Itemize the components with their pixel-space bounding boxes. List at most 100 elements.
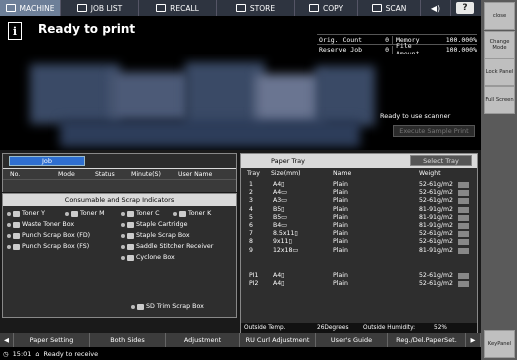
top-tab-bar: MACHINE JOB LIST RECALL STORE COPY SCAN …: [0, 0, 481, 16]
receive-icon: ⌂: [35, 349, 40, 358]
tab-job-list-label: JOB LIST: [90, 3, 123, 13]
cyclone-icon: [127, 254, 134, 261]
paper-level-icon: [458, 182, 469, 188]
orig-count-value: 0: [367, 35, 393, 44]
col-minute: Minute(S): [131, 170, 161, 178]
paper-setting-button[interactable]: Paper Setting: [14, 333, 90, 347]
adjustment-button[interactable]: Adjustment: [166, 333, 240, 347]
tray-row[interactable]: 9 12x18▭ Plain 81-91g/m2: [241, 247, 477, 255]
consumables-title: Consumable and Scrap Indicators: [3, 194, 236, 206]
execute-sample-print-button[interactable]: Execute Sample Print: [393, 125, 475, 137]
reserve-job-label: Reserve Job: [319, 45, 363, 54]
tray-row[interactable]: 8 9x11▯ Plain 52-61g/m2: [241, 238, 477, 246]
tab-store[interactable]: STORE: [217, 0, 295, 16]
toner-icon: [13, 210, 20, 217]
tray-weight: 52-61g/m2: [419, 271, 453, 279]
select-tray-button[interactable]: Select Tray: [410, 155, 472, 166]
paper-tray-title: Paper Tray: [271, 157, 305, 165]
punch-icon: [13, 243, 20, 250]
tray-paper-name: Plain: [333, 205, 348, 213]
change-mode-button[interactable]: Change Mode: [484, 31, 515, 59]
sd-trim-scrap-indicator: SD Trim Scrap Box: [131, 303, 204, 310]
tray-weight: 81-91g/m2: [419, 205, 453, 213]
environment-footer: Outside Temp. 26Degrees Outside Humidity…: [241, 323, 477, 333]
tab-copy[interactable]: COPY: [295, 0, 358, 16]
help-button[interactable]: ?: [456, 2, 474, 14]
chevron-left-icon: ◀: [4, 336, 9, 344]
col-status: Status: [95, 170, 115, 178]
volume-button[interactable]: ◀): [421, 0, 451, 16]
both-sides-button[interactable]: Both Sides: [90, 333, 166, 347]
paper-level-icon: [458, 281, 469, 287]
tray-weight: 52-61g/m2: [419, 197, 453, 205]
tray-number: 4: [249, 205, 253, 213]
lock-panel-button[interactable]: Lock Panel: [484, 58, 515, 86]
paper-level-icon: [458, 198, 469, 205]
joblist-icon: [76, 4, 87, 12]
speaker-icon: ◀): [430, 3, 441, 13]
tab-copy-label: COPY: [322, 3, 344, 13]
clock-icon: ◷: [3, 349, 9, 358]
paper-level-icon: [458, 206, 469, 213]
reg-del-paperset-button[interactable]: Reg./Del.PaperSet.: [388, 333, 466, 347]
tray-row[interactable]: 7 8.5x11▯ Plain 52-61g/m2: [241, 230, 477, 238]
punch-icon: [13, 232, 20, 239]
toner-c-indicator: Toner C: [121, 210, 159, 217]
tray-number: PI1: [249, 271, 259, 279]
job-tab[interactable]: Job: [9, 156, 85, 166]
col-name: Name: [333, 170, 352, 177]
status-bar: ◷ 15:01 ⌂ Ready to receive: [0, 347, 481, 360]
tab-scan[interactable]: SCAN: [358, 0, 421, 16]
tab-recall[interactable]: RECALL: [139, 0, 217, 16]
toner-m-indicator: Toner M: [65, 210, 105, 217]
tray-paper-name: Plain: [333, 271, 348, 279]
tray-number: 6: [249, 222, 253, 229]
tray-paper-name: Plain: [333, 189, 348, 197]
full-screen-button[interactable]: Full Screen: [484, 86, 515, 114]
toner-icon: [127, 210, 134, 217]
tray-row[interactable]: 5 B5▭ Plain 81-91g/m2: [241, 214, 477, 222]
tray-number: 5: [249, 213, 253, 221]
job-panel: Job No. Mode Status Minute(S) User Name: [2, 153, 237, 192]
col-user-name: User Name: [178, 170, 213, 178]
saddle-icon: [127, 243, 134, 250]
key-panel-button[interactable]: KeyPanel: [484, 330, 515, 358]
tray-row[interactable]: PI1 A4▯ Plain 52-61g/m2: [241, 272, 477, 280]
tab-store-label: STORE: [249, 3, 276, 13]
scroll-right-button[interactable]: ▶: [466, 333, 481, 347]
outside-humidity-value: 52%: [434, 325, 447, 331]
consumables-panel: Consumable and Scrap Indicators Toner Y …: [2, 193, 237, 318]
tab-machine[interactable]: MACHINE: [0, 0, 61, 16]
tray-row[interactable]: 4 B5▯ Plain 81-91g/m2: [241, 206, 477, 214]
tray-row[interactable]: PI2 A4▯ Plain 52-61g/m2: [241, 280, 477, 288]
tray-weight: 81-91g/m2: [419, 246, 453, 254]
tab-job-list[interactable]: JOB LIST: [61, 0, 139, 16]
tray-paper-name: Plain: [333, 230, 348, 238]
tray-size: B5▯: [273, 205, 285, 213]
job-table-header: No. Mode Status Minute(S) User Name: [3, 169, 236, 179]
paper-level-icon: [458, 247, 469, 254]
right-sidebar: close Change Mode Lock Panel Full Screen…: [481, 0, 517, 360]
ru-curl-adjustment-button[interactable]: RU Curl Adjustment: [240, 333, 316, 347]
scroll-left-button[interactable]: ◀: [0, 333, 14, 347]
paper-tray-titlebar: Paper Tray Select Tray: [241, 154, 477, 168]
tray-row[interactable]: 3 A3▭ Plain 52-61g/m2: [241, 197, 477, 205]
tray-paper-name: Plain: [333, 222, 348, 229]
tab-scan-label: SCAN: [385, 3, 407, 13]
users-guide-button[interactable]: User's Guide: [316, 333, 388, 347]
status-bar-message: Ready to receive: [43, 349, 99, 358]
close-button[interactable]: close: [484, 2, 515, 30]
tray-row[interactable]: 2 A4▭ Plain 52-61g/m2: [241, 189, 477, 197]
memory-value: 100.000%: [445, 35, 477, 44]
store-icon: [235, 4, 246, 12]
tray-paper-name: Plain: [333, 213, 348, 221]
tray-paper-name: Plain: [333, 181, 348, 188]
staple-icon: [127, 232, 134, 239]
tray-row[interactable]: 1 A4▯ Plain 52-61g/m2: [241, 181, 477, 189]
tray-row[interactable]: 6 B4▭ Plain 81-91g/m2: [241, 222, 477, 230]
info-icon: i: [8, 22, 22, 40]
waste-toner-indicator: Waste Toner Box: [7, 221, 74, 228]
punch-scrap-fs-indicator: Punch Scrap Box (FS): [7, 243, 89, 250]
tray-number: 3: [249, 197, 253, 205]
toner-k-indicator: Toner K: [173, 210, 211, 217]
